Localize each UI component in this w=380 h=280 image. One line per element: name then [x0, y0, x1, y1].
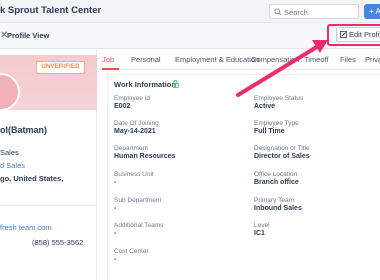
field-label: Sub Department	[114, 197, 162, 204]
tab-personal[interactable]: Personal	[131, 55, 161, 64]
tab-job[interactable]: Job	[102, 55, 114, 64]
field-label: Additional Teams	[114, 222, 164, 229]
profile-tabs: Job Personal Employment & Education Comp…	[97, 50, 380, 70]
field-label: Employee Type	[254, 120, 299, 127]
field-value: IC1	[254, 230, 265, 237]
field-label: Cost Center	[114, 248, 149, 255]
field-value: May-14-2021	[114, 128, 156, 135]
app-title: k Sprout Talent Center	[0, 5, 102, 16]
field-label: Date Of Joining	[114, 120, 159, 127]
field-value: Active	[254, 103, 276, 110]
field-label: Business Unit	[114, 171, 154, 178]
profile-phone: (858) 555-3562	[32, 238, 84, 247]
profile-email-link[interactable]: fresh team.com	[0, 223, 52, 232]
search-input[interactable]	[284, 6, 356, 18]
tab-employment-education[interactable]: Employment & Education	[175, 55, 259, 64]
tab-privacy[interactable]: Priva	[365, 55, 380, 64]
field-label: Office Location	[254, 171, 298, 178]
tab-compensation[interactable]: Compensation	[251, 55, 299, 64]
active-tab-indicator	[102, 68, 119, 70]
field-label: Employee Id	[114, 95, 151, 102]
field-value: Director of Sales	[254, 153, 310, 160]
field-value: Inbound Sales	[254, 205, 302, 212]
profile-location: go, United States,	[0, 174, 64, 183]
search-box[interactable]	[269, 4, 359, 19]
unverified-badge: UNVERIFIED	[36, 61, 85, 74]
page-title: Profile View	[7, 31, 50, 40]
sub-header: ✕ Profile View	[0, 23, 380, 49]
field-value: E002	[114, 103, 131, 110]
top-bar: k Sprout Talent Center + A	[0, 0, 380, 23]
field-label: Designation or Title	[254, 145, 310, 152]
add-button[interactable]: + A	[364, 4, 380, 19]
annotation-highlight	[327, 24, 380, 46]
field-value: Branch office	[254, 179, 299, 186]
tab-files[interactable]: Files	[340, 55, 356, 64]
field-value: -	[114, 205, 117, 212]
profile-team-link[interactable]: d Sales	[0, 161, 25, 170]
field-value: -	[114, 179, 117, 186]
field-label: Level	[254, 222, 270, 229]
search-icon	[274, 8, 282, 16]
lock-icon	[172, 80, 179, 88]
field-label: Department	[114, 145, 148, 152]
field-label: Employee Status	[254, 95, 304, 102]
field-value: Full Time	[254, 128, 285, 135]
field-value: -	[114, 230, 117, 237]
section-title: Work Information	[114, 80, 176, 89]
divider	[0, 205, 97, 206]
field-label: Primary Team	[254, 197, 294, 204]
profile-designation: Sales	[0, 148, 19, 157]
field-value: Human Resources	[114, 153, 176, 160]
field-value: -	[114, 256, 117, 263]
employee-name: ol(Batman)	[0, 125, 47, 135]
tab-timeoff[interactable]: Timeoff	[304, 55, 329, 64]
